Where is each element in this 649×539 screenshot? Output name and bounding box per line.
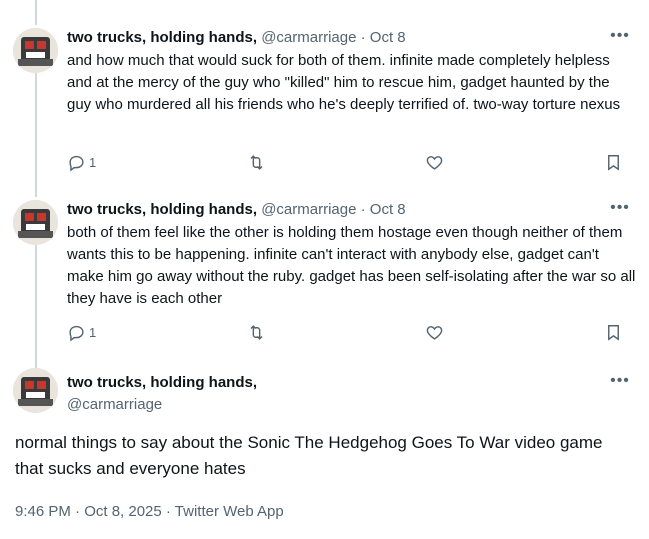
like-button[interactable] bbox=[425, 152, 444, 172]
bookmark-button[interactable] bbox=[604, 152, 623, 172]
tweet-date[interactable]: Oct 8 bbox=[370, 201, 406, 218]
bookmark-button[interactable] bbox=[604, 322, 623, 342]
separator: · bbox=[360, 201, 366, 218]
retweet-icon bbox=[250, 324, 263, 340]
reply-icon bbox=[69, 155, 84, 171]
like-button[interactable] bbox=[425, 322, 444, 342]
more-icon[interactable]: ••• bbox=[610, 200, 630, 222]
author-handle[interactable]: @carmarriage bbox=[67, 395, 162, 415]
author-name[interactable]: two trucks, holding hands, bbox=[67, 373, 257, 393]
heart-icon bbox=[426, 325, 443, 340]
avatar[interactable] bbox=[13, 368, 58, 413]
more-icon[interactable]: ••• bbox=[610, 28, 630, 50]
retweet-button[interactable] bbox=[247, 152, 266, 172]
more-icon[interactable]: ••• bbox=[610, 373, 630, 395]
heart-icon bbox=[426, 155, 443, 170]
tweet-text: both of them feel like the other is hold… bbox=[67, 224, 636, 307]
reply-count: 1 bbox=[89, 324, 97, 340]
tweet-date[interactable]: Oct 8 bbox=[370, 29, 406, 46]
action-bar: 1 bbox=[67, 322, 637, 342]
action-bar: 1 bbox=[67, 152, 637, 172]
author-handle[interactable]: @carmarriage bbox=[261, 29, 356, 46]
tweet-text: and how much that would suck for both of… bbox=[67, 52, 621, 113]
reply-button[interactable]: 1 bbox=[67, 322, 96, 342]
author-handle[interactable]: @carmarriage bbox=[261, 201, 356, 218]
tweet-meta[interactable]: 9:46 PM · Oct 8, 2025 · Twitter Web App bbox=[15, 502, 284, 522]
tweet-text: normal things to say about the Sonic The… bbox=[15, 433, 603, 478]
avatar[interactable] bbox=[13, 200, 58, 245]
author-name[interactable]: two trucks, holding hands, bbox=[67, 201, 257, 218]
retweet-button[interactable] bbox=[247, 322, 266, 342]
reply-button[interactable]: 1 bbox=[67, 152, 96, 172]
bookmark-icon bbox=[608, 324, 619, 341]
reply-icon bbox=[69, 325, 84, 341]
reply-header: two trucks, holding hands, @carmarriage … bbox=[67, 200, 406, 220]
retweet-icon bbox=[250, 154, 263, 170]
separator: · bbox=[360, 29, 366, 46]
reply-header: two trucks, holding hands, @carmarriage … bbox=[67, 28, 406, 48]
author-name[interactable]: two trucks, holding hands, bbox=[67, 29, 257, 46]
reply-count: 1 bbox=[89, 154, 97, 170]
reply-tweet[interactable]: two trucks, holding hands, @carmarriage … bbox=[0, 200, 649, 360]
avatar[interactable] bbox=[13, 28, 58, 73]
reply-tweet[interactable]: two trucks, holding hands, @carmarriage … bbox=[0, 28, 649, 188]
bookmark-icon bbox=[608, 154, 619, 171]
thread-line bbox=[35, 0, 37, 25]
